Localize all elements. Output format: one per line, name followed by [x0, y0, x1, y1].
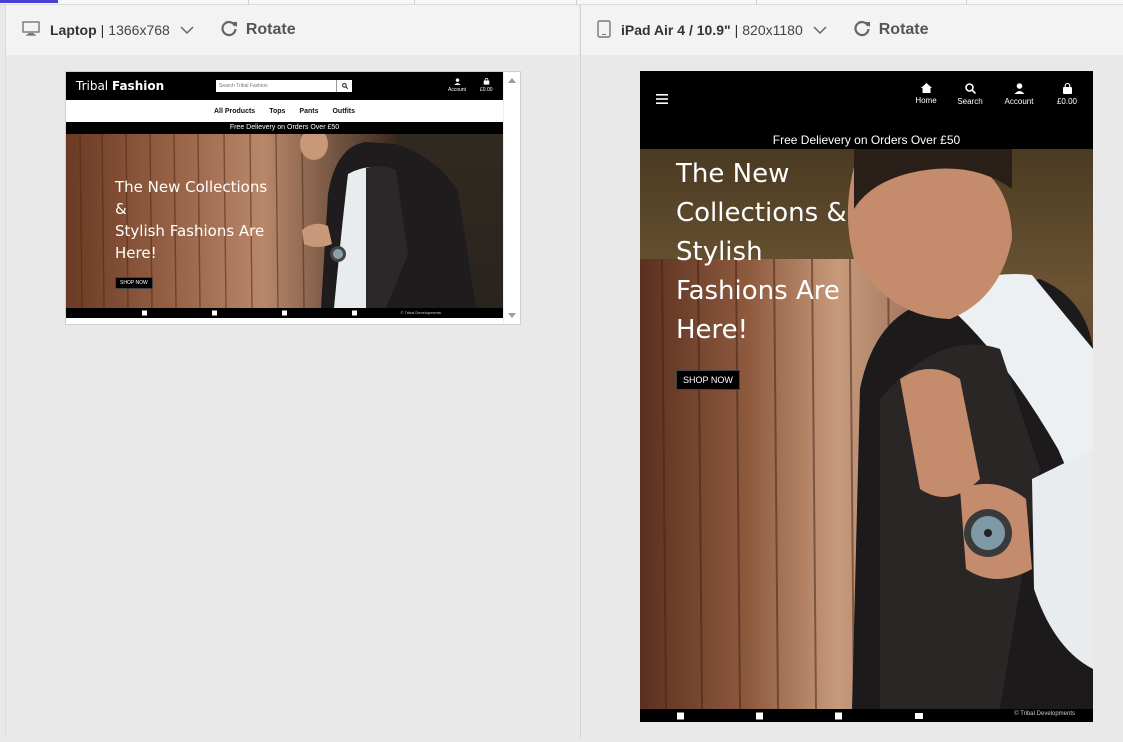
hero-line: Stylish Fashions Are — [115, 222, 265, 240]
hero-image: The New Collections & Stylish Fashions A… — [640, 149, 1093, 709]
user-icon — [1014, 83, 1024, 94]
chevron-down-icon — [180, 22, 194, 38]
rotate-icon — [220, 19, 246, 42]
search-icon — [341, 83, 348, 89]
basket-total: £0.00 — [1056, 97, 1078, 106]
nav-pants[interactable]: Pants — [299, 108, 318, 115]
hero-line: Collections & — [676, 198, 847, 228]
hero-line: The New Collections — [115, 178, 268, 196]
search-bar — [216, 80, 352, 92]
hero-image: The New Collections & Stylish Fashions A… — [66, 134, 503, 308]
scroll-down-arrow[interactable] — [508, 313, 516, 318]
laptop-viewport[interactable]: Tribal Fashion Account £0.00 — [65, 71, 521, 325]
desktop-icon — [22, 20, 40, 40]
hero-line: Fashions Are — [676, 276, 840, 306]
hero-heading: The New Collections & Stylish Fashions A… — [676, 155, 876, 350]
active-tab-indicator — [0, 0, 58, 3]
hero-line: The New — [676, 159, 790, 189]
rotate-label: Rotate — [878, 21, 929, 38]
separator: | — [100, 22, 105, 38]
ipad-toolbar: iPad Air 4 / 10.9" | 820x1180 Rotate — [581, 5, 1123, 55]
separator: | — [734, 22, 739, 38]
device-selector[interactable]: iPad Air 4 / 10.9" | 820x1180 — [597, 19, 827, 41]
twitter-icon[interactable] — [212, 310, 217, 316]
instagram-icon[interactable] — [835, 712, 842, 719]
device-selector[interactable]: Laptop | 1366x768 — [22, 20, 194, 40]
site-footer: © Tribal Developments — [640, 709, 1093, 722]
home-icon — [920, 83, 932, 93]
menu-icon[interactable] — [656, 91, 668, 107]
youtube-icon[interactable] — [915, 712, 923, 719]
scroll-up-arrow[interactable] — [508, 78, 516, 83]
account-link[interactable]: Account — [1002, 83, 1036, 107]
search-input[interactable] — [216, 80, 336, 92]
hero-line: Here! — [115, 244, 157, 262]
user-icon — [453, 78, 461, 85]
site-header: Tribal Fashion Account £0.00 — [66, 72, 503, 100]
search-link[interactable]: Search — [956, 83, 984, 107]
rotate-icon — [853, 19, 879, 42]
instagram-icon[interactable] — [282, 310, 287, 316]
home-label: Home — [915, 96, 937, 105]
nav-tops[interactable]: Tops — [269, 108, 285, 115]
website: Tribal Fashion Account £0.00 — [66, 72, 503, 318]
laptop-panel: Laptop | 1366x768 Rotate Tribal Fashion — [5, 5, 579, 738]
facebook-icon[interactable] — [142, 310, 147, 316]
home-link[interactable]: Home — [914, 83, 938, 106]
nav-outfits[interactable]: Outfits — [332, 108, 355, 115]
device-size: 820x1180 — [742, 22, 803, 38]
basket-link[interactable]: £0.00 — [480, 78, 493, 93]
site-header: Home Search Account £0.00 Free Delievery… — [640, 71, 1093, 149]
account-label: Account — [448, 87, 467, 93]
bag-icon — [1062, 82, 1072, 94]
youtube-icon[interactable] — [352, 310, 357, 316]
basket-link[interactable]: £0.00 — [1054, 82, 1080, 107]
hero-line: Stylish — [676, 237, 763, 267]
account-label: Account — [1004, 97, 1034, 106]
rotate-label: Rotate — [245, 21, 296, 38]
logo-text: Tribal — [76, 79, 112, 93]
delivery-banner: Free Delievery on Orders Over £50 — [772, 133, 961, 147]
hero-line: & — [115, 200, 127, 218]
twitter-icon[interactable] — [756, 712, 763, 719]
facebook-icon[interactable] — [677, 712, 684, 719]
account-link[interactable]: Account — [448, 78, 466, 93]
delivery-banner: Free Delievery on Orders Over £50 — [66, 122, 503, 134]
search-button[interactable] — [336, 80, 352, 92]
device-name: Laptop — [50, 22, 97, 38]
bag-icon — [483, 78, 490, 85]
hero-line: Here! — [676, 315, 749, 345]
site-footer: © Tribal Developments — [66, 308, 503, 318]
tablet-icon — [597, 19, 611, 41]
ipad-panel: iPad Air 4 / 10.9" | 820x1180 Rotate Hom… — [580, 5, 1123, 738]
main-nav: All Products Tops Pants Outfits — [66, 100, 503, 122]
copyright: © Tribal Developments — [1014, 711, 1075, 717]
shop-now-button[interactable]: SHOP NOW — [115, 277, 153, 289]
rotate-button[interactable]: Rotate — [853, 19, 929, 42]
nav-all-products[interactable]: All Products — [214, 108, 255, 115]
logo-text-bold: Fashion — [111, 79, 165, 93]
basket-total: £0.00 — [480, 87, 493, 93]
viewport-scrollbar[interactable] — [503, 72, 520, 324]
shop-now-button[interactable]: SHOP NOW — [676, 370, 740, 390]
laptop-toolbar: Laptop | 1366x768 Rotate — [6, 5, 579, 55]
search-label: Search — [957, 97, 983, 106]
search-icon — [964, 83, 976, 95]
rotate-button[interactable]: Rotate — [220, 19, 296, 42]
copyright: © Tribal Developments — [400, 310, 441, 315]
ipad-viewport[interactable]: Home Search Account £0.00 Free Delievery… — [640, 71, 1093, 722]
device-size: 1366x768 — [108, 22, 170, 38]
site-logo[interactable]: Tribal Fashion — [76, 79, 164, 93]
hero-heading: The New Collections & Stylish Fashions A… — [115, 176, 295, 264]
device-name: iPad Air 4 / 10.9" — [621, 22, 731, 38]
chevron-down-icon — [813, 22, 827, 38]
responsive-viewer: Laptop | 1366x768 Rotate Tribal Fashion — [0, 0, 1123, 742]
